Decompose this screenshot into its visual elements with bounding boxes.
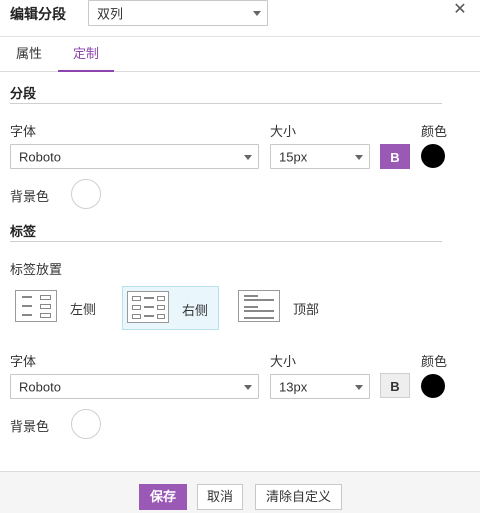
label-left-icon — [15, 290, 57, 322]
placement-right-option[interactable]: 右侧 — [122, 286, 219, 330]
tab-customize[interactable]: 定制 — [58, 37, 114, 72]
layout-select[interactable]: 双列 — [88, 0, 268, 26]
segment-color-label: 颜色 — [421, 124, 448, 139]
tag-divider — [10, 241, 442, 242]
segment-size-value: 15px — [279, 149, 308, 164]
chevron-down-icon — [244, 384, 252, 390]
chevron-down-icon — [355, 154, 363, 160]
segment-divider — [10, 103, 442, 104]
placement-right-label: 右侧 — [182, 303, 209, 318]
tag-font-value: Roboto — [19, 379, 61, 394]
segment-color-swatch[interactable] — [421, 144, 445, 168]
segment-size-select[interactable]: 15px — [270, 144, 370, 169]
cancel-button[interactable]: 取消 — [197, 484, 243, 510]
save-button[interactable]: 保存 — [139, 484, 187, 510]
clear-customization-button[interactable]: 清除自定义 — [255, 484, 342, 510]
tab-bar: 属性 定制 — [0, 36, 480, 72]
placement-top-option[interactable]: 顶部 — [234, 286, 334, 330]
segment-section-title: 分段 — [10, 86, 37, 101]
tag-size-value: 13px — [279, 379, 308, 394]
segment-size-label: 大小 — [270, 124, 297, 139]
dialog-header: 编辑分段 双列 ✕ — [0, 0, 480, 27]
segment-font-value: Roboto — [19, 149, 61, 164]
tag-bold-button[interactable]: B — [380, 373, 410, 398]
close-icon[interactable]: ✕ — [452, 2, 468, 18]
tag-placement-label: 标签放置 — [10, 262, 63, 277]
tag-font-label: 字体 — [10, 354, 37, 369]
segment-font-select[interactable]: Roboto — [10, 144, 259, 169]
placement-left-option[interactable]: 左侧 — [10, 286, 110, 330]
chevron-down-icon — [355, 384, 363, 390]
tag-bg-label: 背景色 — [10, 419, 50, 434]
tag-size-label: 大小 — [270, 354, 297, 369]
segment-bg-label: 背景色 — [10, 189, 50, 204]
segment-font-label: 字体 — [10, 124, 37, 139]
tag-size-select[interactable]: 13px — [270, 374, 370, 399]
tag-color-label: 颜色 — [421, 354, 448, 369]
chevron-down-icon — [244, 154, 252, 160]
tag-section-title: 标签 — [10, 224, 37, 239]
tag-bg-swatch[interactable] — [71, 409, 101, 439]
label-right-icon — [127, 291, 169, 323]
dialog-title: 编辑分段 — [10, 6, 66, 22]
dialog-footer: 保存 取消 清除自定义 — [0, 471, 480, 513]
layout-select-value: 双列 — [97, 6, 124, 22]
placement-top-label: 顶部 — [293, 302, 320, 317]
chevron-down-icon — [253, 11, 261, 16]
label-top-icon — [238, 290, 280, 322]
segment-bold-button[interactable]: B — [380, 144, 410, 169]
tab-properties[interactable]: 属性 — [0, 37, 58, 72]
segment-bg-swatch[interactable] — [71, 179, 101, 209]
placement-left-label: 左侧 — [70, 302, 97, 317]
tag-color-swatch[interactable] — [421, 374, 445, 398]
tag-font-select[interactable]: Roboto — [10, 374, 259, 399]
